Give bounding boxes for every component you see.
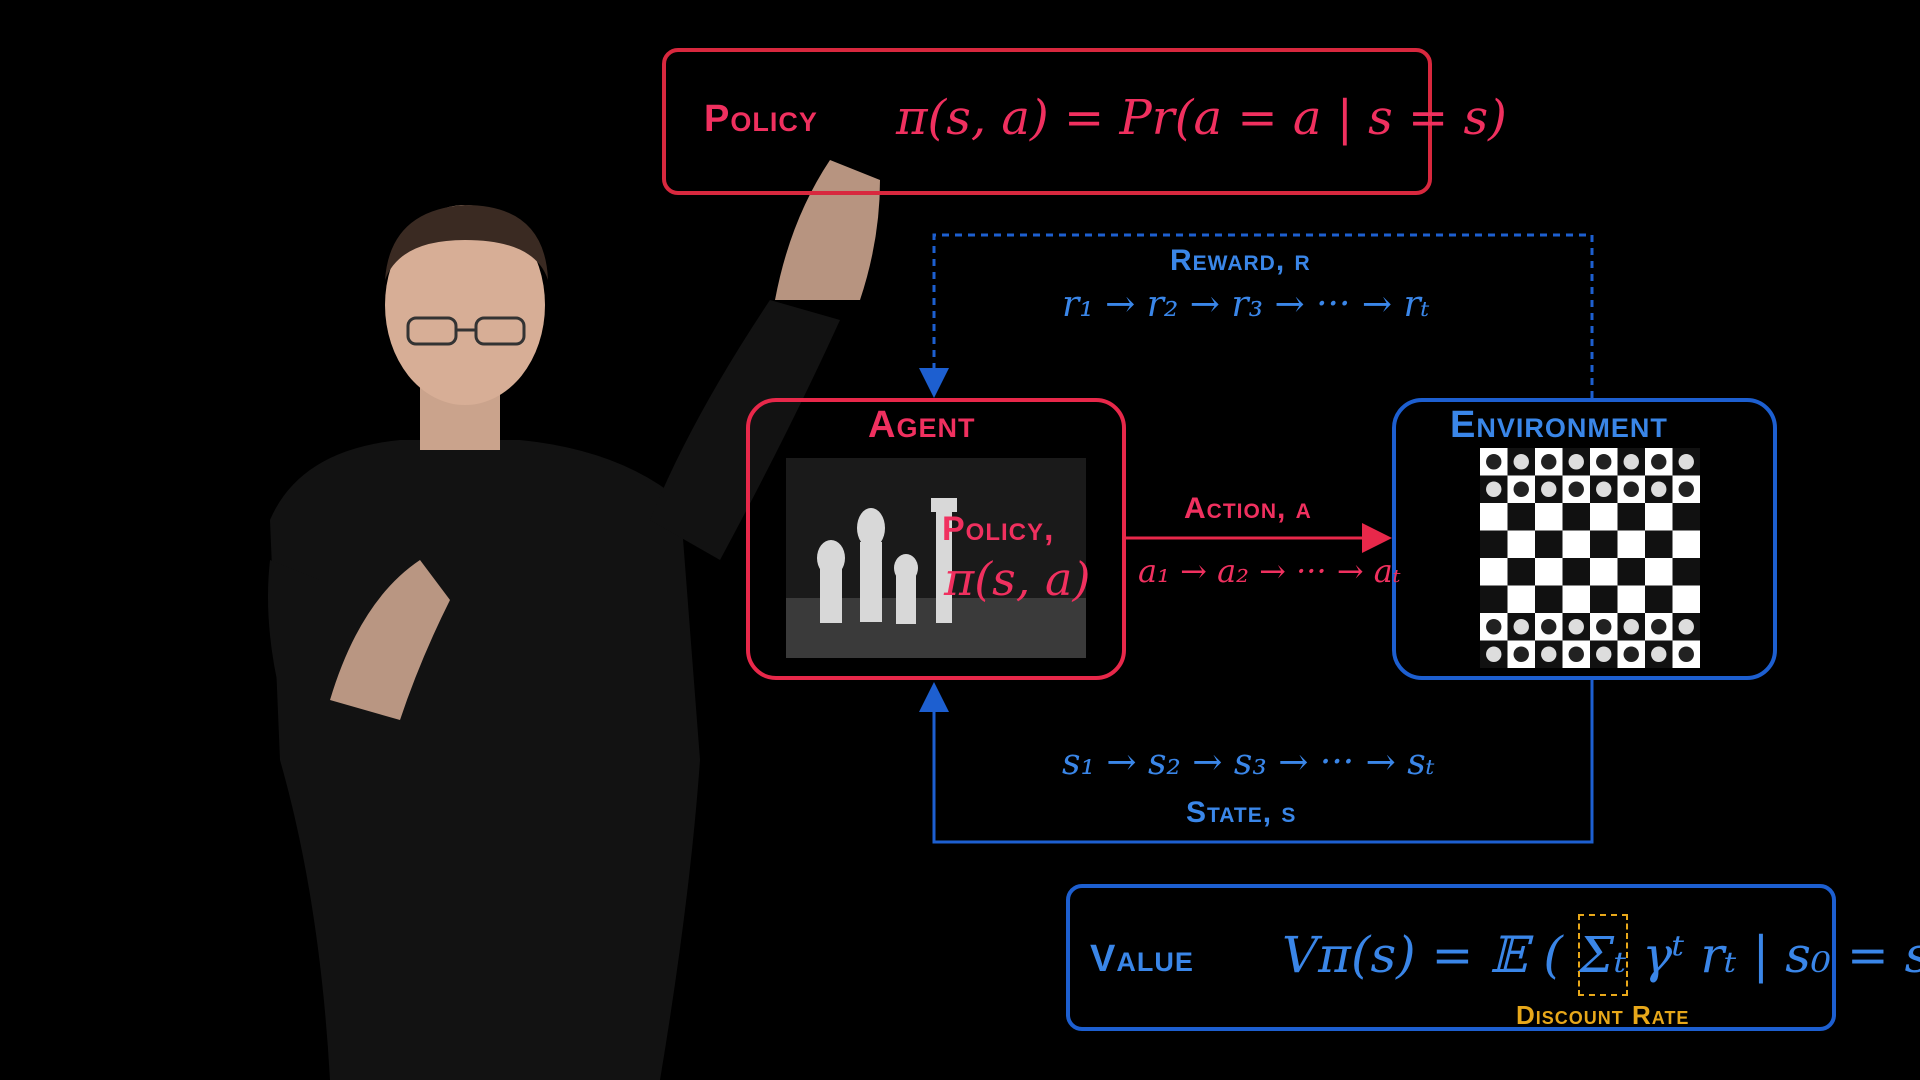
chessboard-square [1507, 503, 1535, 531]
chessboard-square [1617, 503, 1645, 531]
chess-piece [1486, 481, 1502, 497]
chessboard-square [1590, 503, 1618, 531]
chessboard-square [1672, 530, 1700, 558]
chess-piece [1678, 454, 1694, 470]
chessboard-square [1535, 558, 1563, 586]
chessboard-square [1480, 558, 1508, 586]
chessboard-square [1535, 585, 1563, 613]
policy-label: Policy [704, 98, 818, 140]
chessboard-square [1590, 585, 1618, 613]
chess-piece [1568, 619, 1584, 635]
chessboard-square [1645, 530, 1673, 558]
chess-piece [1596, 454, 1612, 470]
chess-piece [1651, 619, 1667, 635]
chess-piece [1513, 646, 1529, 662]
chessboard-square [1672, 585, 1700, 613]
chessboard-square [1535, 503, 1563, 531]
chessboard-square [1645, 503, 1673, 531]
chessboard-square [1617, 530, 1645, 558]
chessboard-square [1507, 558, 1535, 586]
chessboard-image [1480, 448, 1700, 668]
chess-piece [1513, 481, 1529, 497]
chess-piece [1623, 646, 1639, 662]
chess-piece [1678, 646, 1694, 662]
chessboard-square [1480, 585, 1508, 613]
chess-piece [1596, 646, 1612, 662]
chessboard-square [1562, 558, 1590, 586]
discount-rate-label: Discount Rate [1516, 1000, 1690, 1030]
chess-piece [1541, 481, 1557, 497]
agent-policy-label: Policy, [942, 510, 1055, 548]
chessboard-square [1617, 585, 1645, 613]
chess-piece [1486, 646, 1502, 662]
chessboard-square [1562, 503, 1590, 531]
state-sequence: s₁ → s₂ → s₃ → ··· → sₜ [1062, 742, 1435, 783]
value-label: Value [1090, 938, 1194, 980]
chess-piece [1596, 481, 1612, 497]
chess-piece [1513, 619, 1529, 635]
chessboard-square [1480, 530, 1508, 558]
reward-label: Reward, r [1170, 244, 1311, 277]
chess-piece [1651, 646, 1667, 662]
chess-piece [1486, 619, 1502, 635]
chess-piece [1678, 619, 1694, 635]
chess-piece [1541, 619, 1557, 635]
environment-title: Environment [1450, 404, 1668, 446]
chessboard-square [1645, 558, 1673, 586]
action-label: Action, a [1184, 492, 1312, 525]
agent-title: Agent [868, 404, 976, 446]
chessboard-square [1480, 503, 1508, 531]
chess-piece [1596, 619, 1612, 635]
chessboard-square [1562, 530, 1590, 558]
policy-equation: π(s, a) = Pr(a = a | s = s) [896, 90, 1507, 146]
chess-piece [1651, 454, 1667, 470]
chessboard-square [1507, 585, 1535, 613]
reward-sequence: r₁ → r₂ → r₃ → ··· → rₜ [1062, 284, 1430, 325]
state-label: State, s [1186, 796, 1297, 829]
chessboard-square [1507, 530, 1535, 558]
chess-piece [1513, 454, 1529, 470]
chess-piece [1568, 481, 1584, 497]
chess-piece [1623, 619, 1639, 635]
discount-highlight-box [1578, 914, 1628, 996]
chessboard-square [1562, 585, 1590, 613]
chessboard-square [1672, 558, 1700, 586]
action-sequence: a₁ → a₂ → ··· → aₜ [1138, 552, 1401, 590]
chessboard-square [1672, 503, 1700, 531]
chess-piece [1486, 454, 1502, 470]
agent-policy-equation: π(s, a) [944, 552, 1091, 606]
chessboard-square [1617, 558, 1645, 586]
chess-piece [1541, 646, 1557, 662]
chess-piece [1651, 481, 1667, 497]
chess-piece [1623, 481, 1639, 497]
chessboard-square [1590, 558, 1618, 586]
chessboard-square [1535, 530, 1563, 558]
chessboard-square [1590, 530, 1618, 558]
chess-piece [1678, 481, 1694, 497]
chess-piece [1623, 454, 1639, 470]
chess-piece [1568, 454, 1584, 470]
chess-piece [1568, 646, 1584, 662]
chess-piece [1541, 454, 1557, 470]
chessboard-square [1645, 585, 1673, 613]
